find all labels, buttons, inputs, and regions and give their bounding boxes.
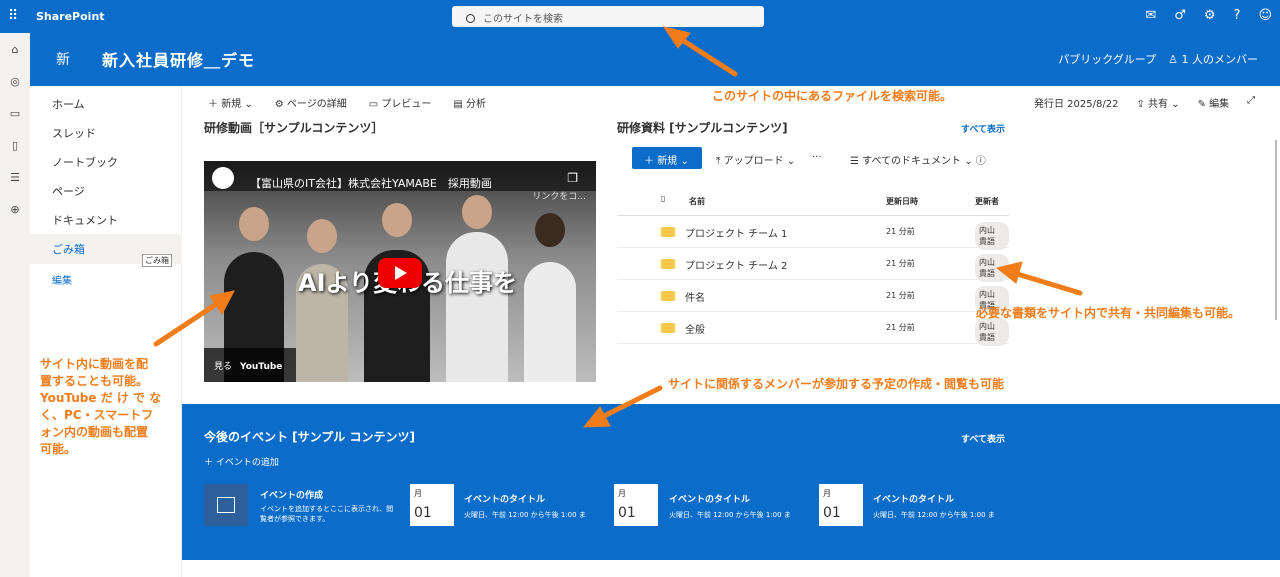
annotation-arrows xyxy=(153,26,1083,428)
arrow-docs xyxy=(1011,270,1083,296)
arrow-events xyxy=(597,385,663,421)
arrow-video xyxy=(153,300,221,347)
arrow-search xyxy=(673,33,738,77)
arrow-head xyxy=(995,261,1023,284)
arrow-head xyxy=(209,290,235,315)
